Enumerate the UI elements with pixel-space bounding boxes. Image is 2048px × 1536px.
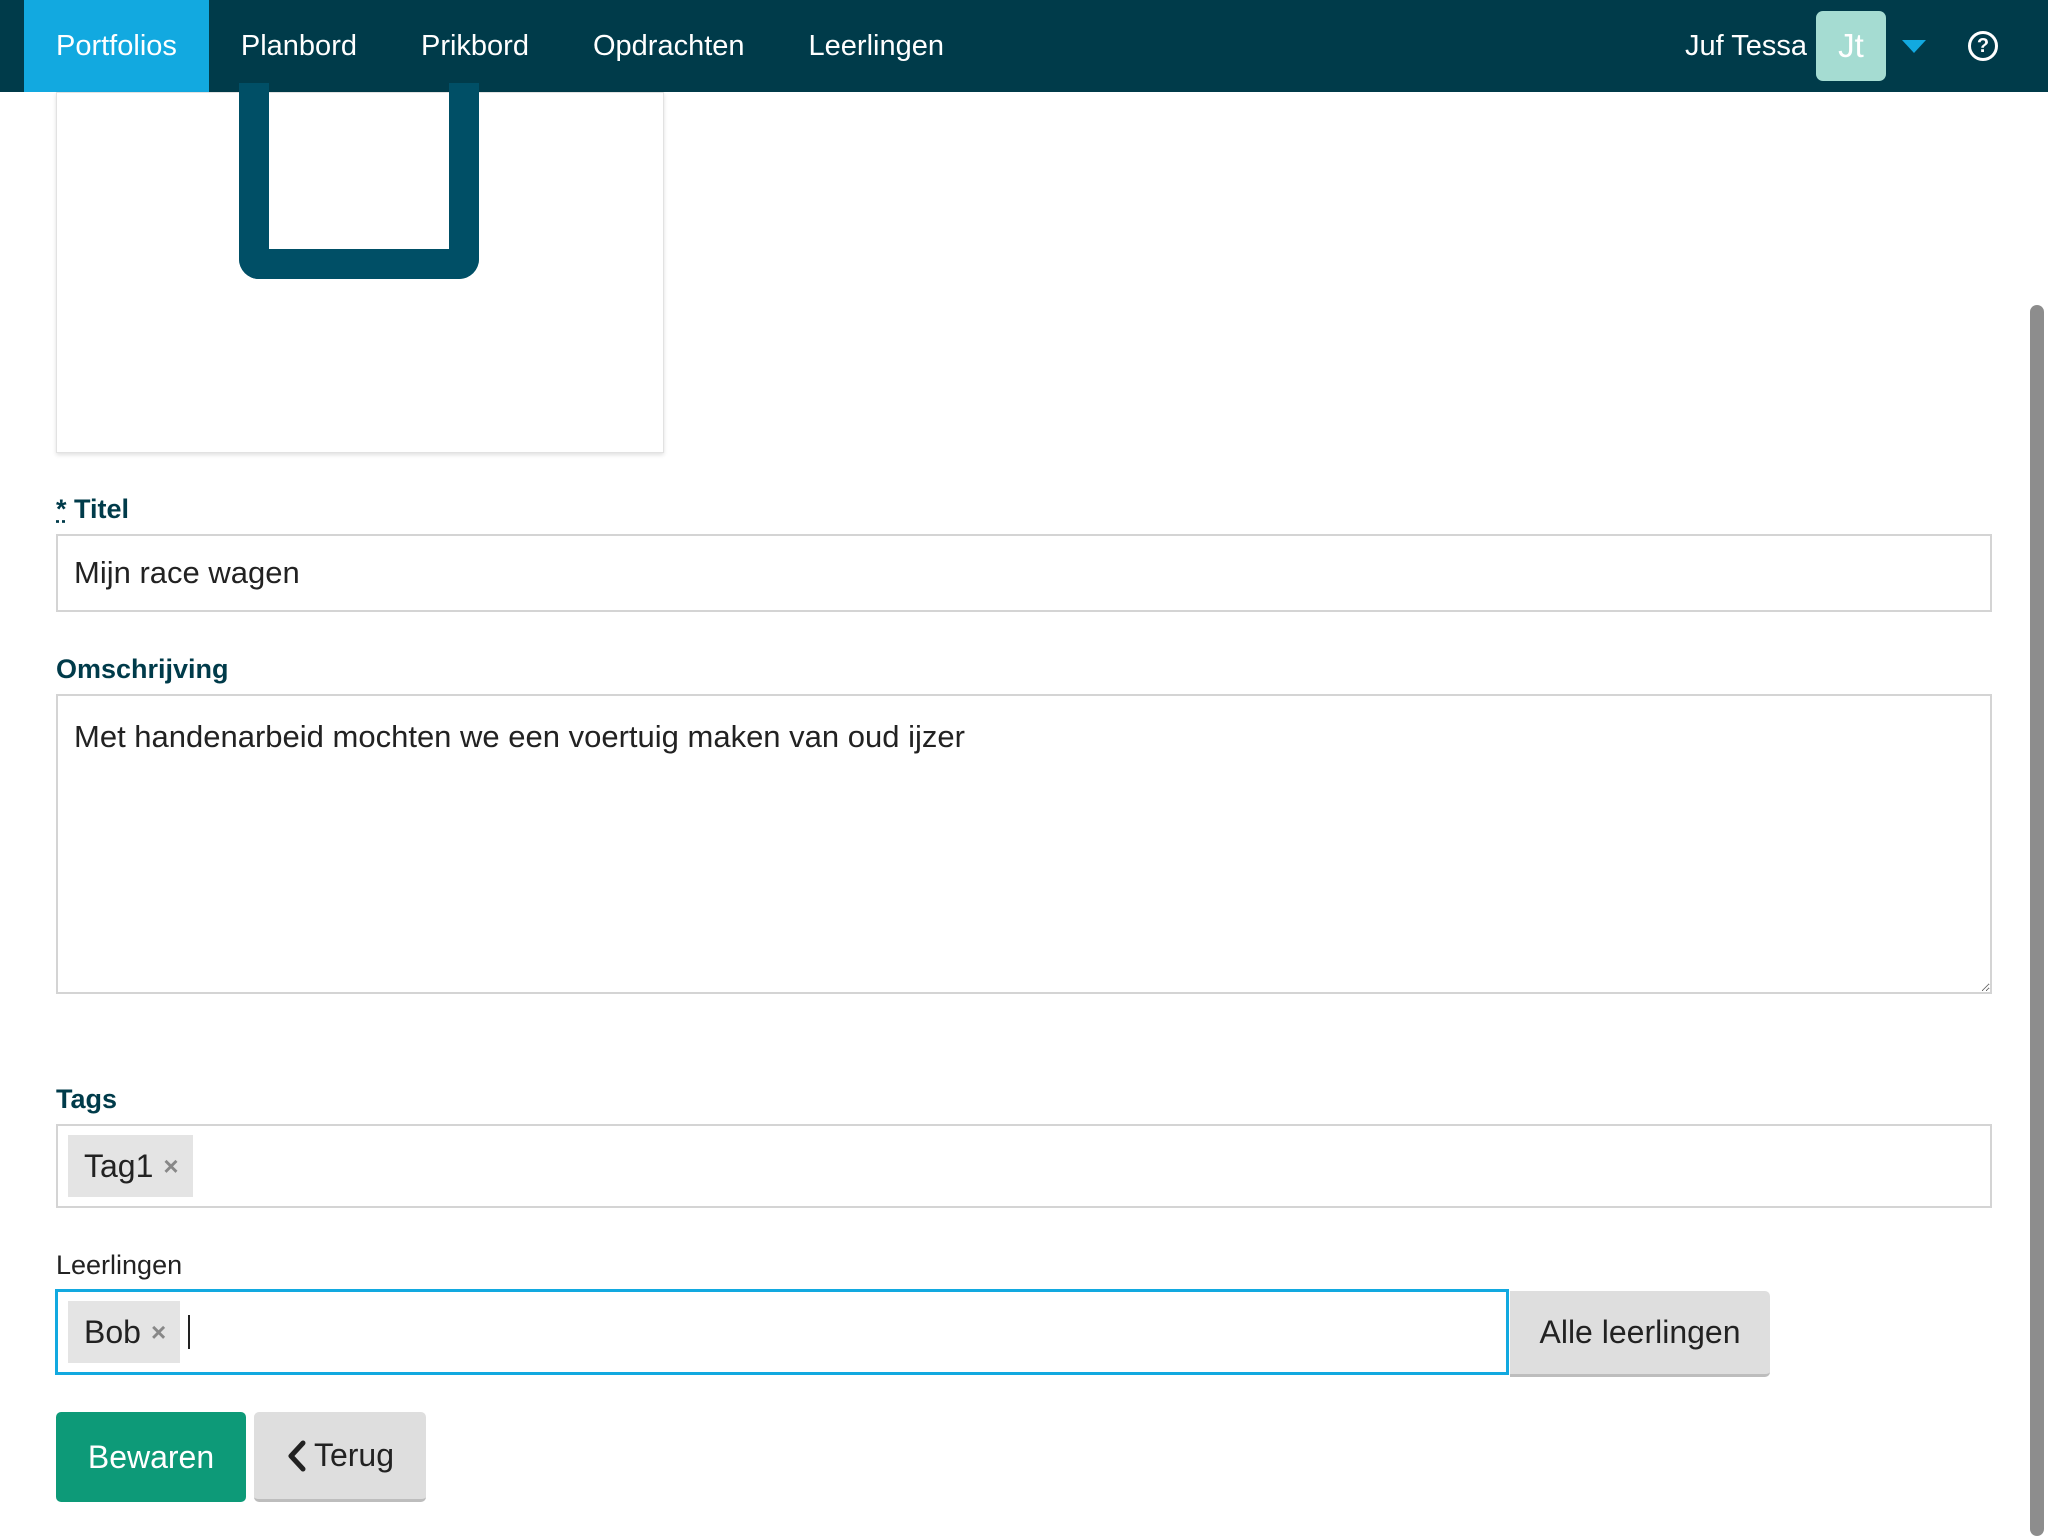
nav-item-planbord[interactable]: Planbord	[209, 0, 389, 92]
text-cursor	[188, 1315, 191, 1349]
help-circle-icon[interactable]: ?	[1968, 31, 1998, 61]
description-label: Omschrijving	[56, 654, 229, 684]
remove-x-icon[interactable]: ×	[151, 1317, 166, 1348]
title-label: * Titel	[56, 494, 129, 525]
tags-label: Tags	[56, 1084, 118, 1114]
back-button-label: Terug	[313, 1437, 395, 1473]
description-textarea[interactable]: Met handenarbeid mochten we een voertuig…	[56, 694, 1992, 994]
students-label: Leerlingen	[56, 1250, 183, 1280]
required-marker: *	[56, 494, 67, 524]
user-name[interactable]: Juf Tessa	[1685, 30, 1807, 63]
all-students-button[interactable]: Alle leerlingen	[1510, 1291, 1770, 1377]
avatar[interactable]: Jt	[1816, 11, 1886, 81]
back-button[interactable]: Terug	[254, 1412, 426, 1502]
tags-input[interactable]: Tag1 ×	[56, 1124, 1992, 1208]
portfolio-image-card[interactable]	[56, 83, 664, 453]
chevron-left-icon	[288, 1440, 306, 1471]
nav-item-opdrachten[interactable]: Opdrachten	[561, 0, 777, 92]
main-nav: Portfolios Planbord Prikbord Opdrachten …	[24, 0, 976, 92]
top-nav-bar: Portfolios Planbord Prikbord Opdrachten …	[0, 0, 2048, 92]
save-button[interactable]: Bewaren	[56, 1412, 246, 1502]
nav-item-leerlingen[interactable]: Leerlingen	[777, 0, 976, 92]
tag-chip-label: Tag1	[84, 1147, 154, 1184]
caret-down-icon[interactable]	[1902, 39, 1926, 53]
students-input[interactable]: Bob ×	[56, 1290, 1508, 1374]
user-menu: Juf Tessa Jt ?	[1685, 0, 2048, 92]
student-chip: Bob ×	[68, 1301, 181, 1363]
nav-item-portfolios[interactable]: Portfolios	[24, 0, 209, 92]
remove-x-icon[interactable]: ×	[163, 1151, 178, 1182]
nav-item-prikbord[interactable]: Prikbord	[389, 0, 561, 92]
scrollbar-thumb[interactable]	[2030, 305, 2044, 1536]
title-label-text: Titel	[74, 494, 130, 524]
title-input[interactable]	[56, 534, 1992, 612]
tag-chip: Tag1 ×	[68, 1135, 193, 1197]
student-chip-label: Bob	[84, 1313, 141, 1350]
image-placeholder-icon	[239, 83, 479, 279]
